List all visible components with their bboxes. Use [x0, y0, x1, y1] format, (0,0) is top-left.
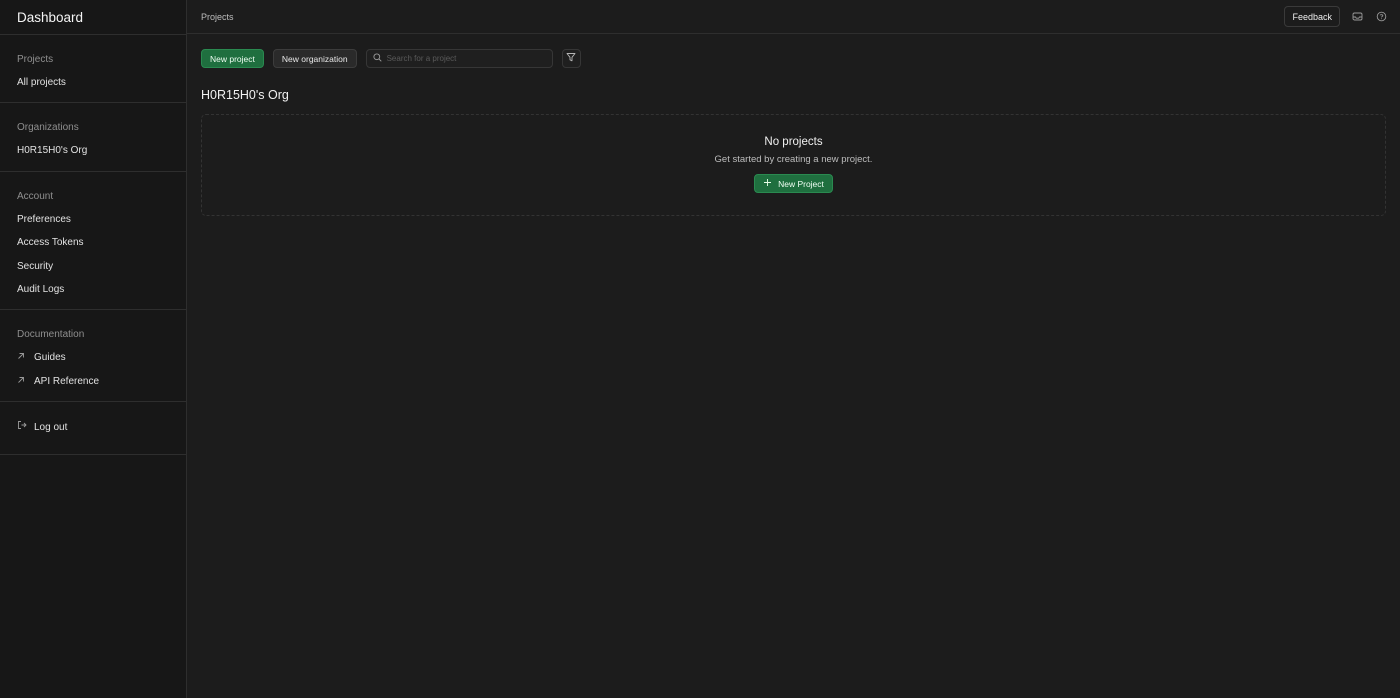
empty-state-title: No projects — [764, 136, 823, 148]
sidebar-heading-projects: Projects — [17, 54, 54, 65]
external-link-icon — [17, 370, 27, 393]
search-input[interactable] — [386, 54, 537, 63]
sidebar-item-label: All projects — [17, 77, 66, 88]
sidebar-item-guides[interactable]: Guides — [0, 346, 186, 369]
org-title: H0R15H0's Org — [201, 88, 289, 102]
sidebar-item-access-tokens[interactable]: Access Tokens — [0, 231, 186, 254]
logout-label: Log out — [34, 422, 68, 434]
empty-projects-panel: No projects Get started by creating a ne… — [201, 114, 1386, 216]
sidebar-title: Dashboard — [17, 9, 84, 25]
create-project-label: New Project — [778, 178, 824, 189]
sidebar-item-audit-logs[interactable]: Audit Logs — [0, 278, 186, 301]
logout-icon — [17, 416, 27, 439]
filter-icon — [566, 52, 576, 65]
topbar-actions: Feedback — [1284, 6, 1388, 27]
create-project-button[interactable]: New Project — [754, 174, 833, 193]
sidebar-section-projects: Projects All projects — [0, 34, 186, 102]
inbox-icon[interactable] — [1350, 10, 1364, 24]
projects-toolbar: New project New organization — [201, 49, 581, 68]
sidebar-item-label: H0R15H0's Org — [17, 145, 88, 157]
external-link-icon — [17, 346, 27, 369]
sidebar-heading-account: Account — [17, 190, 54, 202]
sidebar-item-label: Guides — [34, 352, 66, 364]
sidebar-divider — [0, 453, 186, 455]
sidebar-item-label: Preferences — [17, 213, 71, 225]
sidebar-item-label: API Reference — [34, 375, 100, 387]
sidebar-item-security[interactable]: Security — [0, 255, 186, 278]
sidebar-item-label: Security — [17, 260, 54, 272]
sidebar-section-organizations: Organizations H0R15H0's Org — [0, 102, 186, 170]
sidebar-item-api-reference[interactable]: API Reference — [0, 370, 186, 393]
plus-icon — [763, 178, 772, 189]
sidebar-item-label: Audit Logs — [17, 283, 65, 295]
sidebar-item-label: Access Tokens — [17, 237, 84, 249]
sidebar-heading-documentation: Documentation — [17, 329, 85, 341]
empty-state-subtitle: Get started by creating a new project. — [714, 154, 873, 165]
main-content: New project New organization H0R15H0's O… — [187, 34, 1400, 698]
sidebar-section-account: Account Preferences Access Tokens Securi… — [0, 170, 186, 310]
search-icon — [373, 52, 382, 65]
sidebar-item-org[interactable]: H0R15H0's Org — [0, 139, 186, 162]
sidebar: Dashboard Projects All projects Organiza… — [0, 0, 187, 698]
sidebar-item-all-projects[interactable]: All projects — [0, 71, 186, 94]
help-icon[interactable] — [1374, 10, 1388, 24]
feedback-button[interactable]: Feedback — [1284, 6, 1340, 27]
logout-button[interactable]: Log out — [0, 416, 186, 439]
sidebar-heading-organizations: Organizations — [17, 122, 79, 134]
topbar: Projects Feedback — [187, 0, 1400, 34]
sidebar-section-documentation: Documentation Guides API Reference — [0, 309, 186, 401]
search-field[interactable] — [365, 49, 553, 68]
new-project-button[interactable]: New project — [201, 49, 264, 68]
new-organization-button[interactable]: New organization — [272, 49, 357, 68]
sidebar-item-preferences[interactable]: Preferences — [0, 208, 186, 231]
filter-button[interactable] — [561, 49, 581, 68]
breadcrumb[interactable]: Projects — [201, 12, 234, 22]
sidebar-section-logout: Log out — [0, 401, 186, 453]
